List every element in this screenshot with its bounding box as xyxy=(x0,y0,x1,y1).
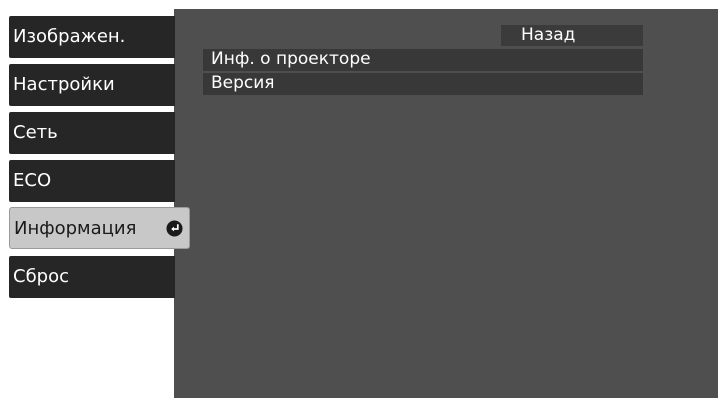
sidebar-item-network[interactable]: Сеть xyxy=(9,112,175,154)
sidebar-item-information[interactable]: Информация xyxy=(9,207,190,249)
sidebar-item-label: Сброс xyxy=(13,266,70,287)
sidebar-item-eco[interactable]: ECO xyxy=(9,160,175,202)
back-button[interactable]: Назад xyxy=(501,25,643,46)
sidebar-item-label: Изображен. xyxy=(13,26,126,47)
list-item-projector-info[interactable]: Инф. о проекторе xyxy=(203,49,643,71)
sidebar-item-image[interactable]: Изображен. xyxy=(9,16,175,58)
list-item-version[interactable]: Версия xyxy=(203,73,643,95)
sidebar-item-label: Информация xyxy=(14,218,137,239)
sidebar-item-reset[interactable]: Сброс xyxy=(9,256,175,298)
sidebar-item-label: ECO xyxy=(13,170,52,191)
sidebar-item-label: Сеть xyxy=(13,122,58,143)
sidebar-item-label: Настройки xyxy=(13,74,115,95)
sidebar-item-settings[interactable]: Настройки xyxy=(9,64,175,106)
enter-icon xyxy=(166,220,183,237)
